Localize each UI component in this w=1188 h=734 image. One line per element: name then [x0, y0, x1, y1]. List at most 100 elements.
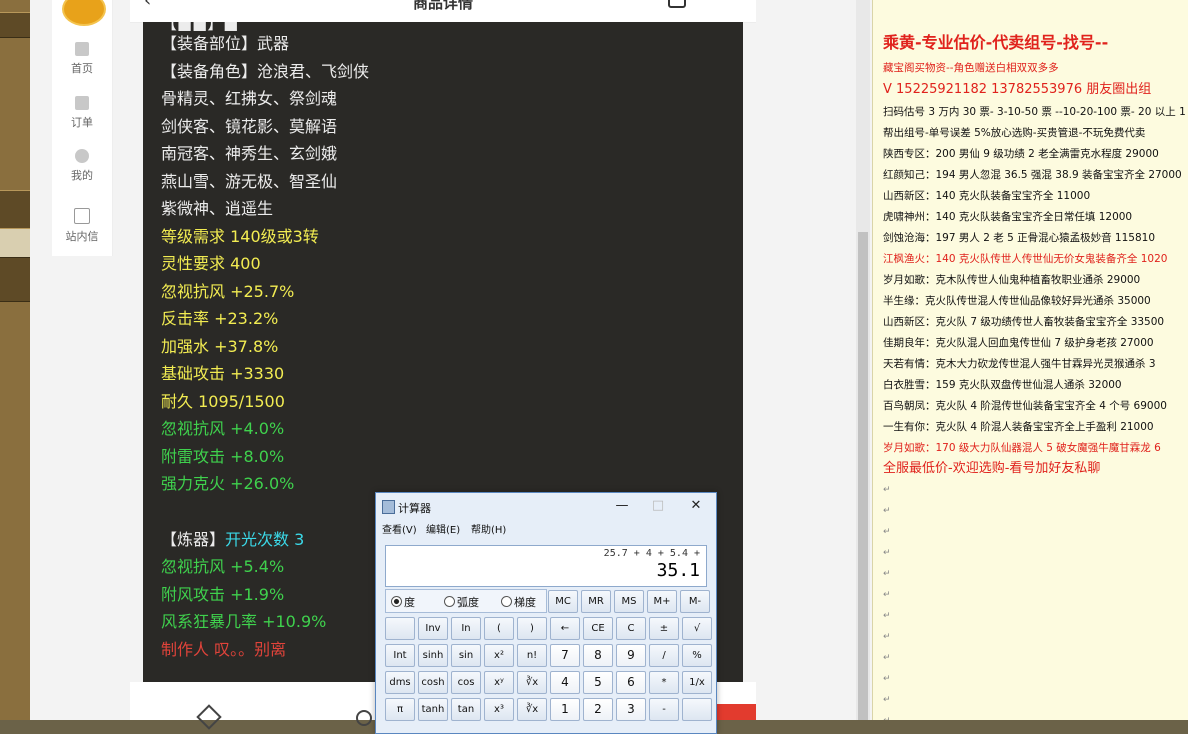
doc-line: 陕西专区：200 男仙 9 级功绩 2 老全满雷克水程度 29000 [883, 148, 1159, 160]
item-line: 基础攻击 +3330 [161, 364, 285, 383]
angle-mode-group: 度 弧度 梯度 [385, 589, 547, 613]
paragraph-mark: ↵ [883, 632, 891, 642]
doc-line: 剑蚀沧海：197 男人 2 老 5 正骨混心猿孟极妙音 115810 [883, 232, 1156, 244]
calc-key[interactable]: x² [484, 644, 514, 667]
paragraph-mark: ↵ [883, 548, 891, 558]
angle-radian-radio[interactable]: 弧度 [444, 594, 479, 610]
lian-label: 【炼器】开光次数 3 [161, 530, 304, 550]
calc-key[interactable]: sinh [418, 644, 448, 667]
menu-view[interactable]: 查看(V) [382, 521, 417, 536]
calc-key[interactable]: % [682, 644, 712, 667]
calc-key[interactable]: ← [550, 617, 580, 640]
key-mminus[interactable]: M- [680, 590, 710, 613]
calc-key[interactable]: 1 [550, 698, 580, 721]
doc-line: 江枫渔火：140 克火队传世人传世仙无价女鬼装备齐全 1020 [883, 253, 1168, 265]
calc-key[interactable]: tanh [418, 698, 448, 721]
nav-item-orders[interactable]: 订单 [52, 96, 112, 130]
menu-help[interactable]: 帮助(H) [471, 521, 506, 536]
calc-key[interactable]: 6 [616, 671, 646, 694]
expression-readout: 25.7 + 4 + 5.4 + [603, 548, 700, 559]
home-icon [75, 42, 89, 56]
calc-key[interactable]: / [649, 644, 679, 667]
calc-key[interactable]: x³ [484, 698, 514, 721]
nav-label: 订单 [71, 116, 93, 129]
calc-key[interactable]: 1/x [682, 671, 712, 694]
lian-heading: 【炼器】 [161, 530, 226, 549]
calc-key[interactable]: cos [451, 671, 481, 694]
calc-key[interactable]: C [616, 617, 646, 640]
calc-key[interactable]: 3 [616, 698, 646, 721]
doc-line: 半生缘：克火队传世混人传世仙品像较好异光通杀 35000 [883, 295, 1151, 307]
calc-key[interactable]: xʸ [484, 671, 514, 694]
star-icon[interactable] [196, 704, 222, 730]
calc-key[interactable]: 7 [550, 644, 580, 667]
calc-key[interactable]: sin [451, 644, 481, 667]
item-line: 忽视抗风 +4.0% [161, 419, 285, 438]
calc-key[interactable]: ) [517, 617, 547, 640]
minimize-button[interactable]: — [608, 497, 636, 515]
calc-key[interactable]: In [451, 617, 481, 640]
calculator-display: 25.7 + 4 + 5.4 + 35.1 [385, 545, 707, 587]
page-header: ‹ 商品详情 [130, 0, 756, 23]
calc-key[interactable]: ∛x [517, 671, 547, 694]
buy-button[interactable] [716, 704, 756, 720]
calc-key[interactable]: π [385, 698, 415, 721]
calc-key[interactable]: 2 [583, 698, 613, 721]
calc-key[interactable]: ± [649, 617, 679, 640]
paragraph-mark: ↵ [883, 695, 891, 705]
nav-item-home[interactable]: 首页 [52, 42, 112, 76]
calc-key[interactable]: √ [682, 617, 712, 640]
doc-line: 百鸟朝凤：克火队 4 阶混传世仙装备宝宝齐全 4 个号 69000 [883, 400, 1167, 412]
calc-key[interactable]: Inv [418, 617, 448, 640]
item-line: 灵性要求 400 [161, 254, 261, 273]
close-circle-icon[interactable] [356, 710, 372, 726]
paragraph-mark: ↵ [883, 590, 891, 600]
calc-key[interactable] [385, 617, 415, 640]
calc-key[interactable]: 9 [616, 644, 646, 667]
doc-line: 虎啸神州：140 克火队装备宝宝齐全日常任填 12000 [883, 211, 1133, 223]
key-mr[interactable]: MR [581, 590, 611, 613]
calc-key[interactable]: cosh [418, 671, 448, 694]
key-mplus[interactable]: M+ [647, 590, 677, 613]
nav-item-mine[interactable]: 我的 [52, 149, 112, 183]
angle-gradian-radio[interactable]: 梯度 [501, 594, 536, 610]
calc-key[interactable]: 8 [583, 644, 613, 667]
side-nav: 首页 订单 我的 站内信 [52, 0, 113, 256]
close-button[interactable]: ✕ [682, 497, 710, 515]
calc-key[interactable]: dms [385, 671, 415, 694]
scrollbar-thumb[interactable] [858, 232, 868, 720]
item-line: 反击率 +23.2% [161, 309, 279, 328]
item-line: 风系狂暴几率 +10.9% [161, 612, 327, 631]
user-icon [75, 149, 89, 163]
calc-key[interactable]: 4 [550, 671, 580, 694]
calc-key[interactable]: Int [385, 644, 415, 667]
lian-value: 开光次数 3 [225, 530, 305, 549]
paragraph-mark: ↵ [883, 527, 891, 537]
calc-key[interactable]: * [649, 671, 679, 694]
calc-key[interactable]: tan [451, 698, 481, 721]
calc-key[interactable]: n! [517, 644, 547, 667]
calc-key[interactable]: 5 [583, 671, 613, 694]
doc-line: 红颜知己：194 男人忽混 36.5 强混 38.9 装备宝宝齐全 27000 [883, 169, 1182, 181]
maximize-button[interactable]: □ [644, 497, 672, 515]
key-ms[interactable]: MS [614, 590, 644, 613]
item-line: 耐久 1095/1500 [161, 392, 285, 411]
calc-key[interactable]: CE [583, 617, 613, 640]
paragraph-mark: ↵ [883, 569, 891, 579]
calculator-icon [382, 500, 395, 514]
calc-key[interactable]: ∛x [517, 698, 547, 721]
nav-item-messages[interactable]: 站内信 [52, 208, 112, 244]
doc-line: 岁月如歌：170 级大力队仙器混人 5 破女魔强牛魔甘霖龙 6 [883, 442, 1161, 454]
item-line: 忽视抗风 +5.4% [161, 557, 285, 576]
calc-key[interactable]: ( [484, 617, 514, 640]
doc-heading: 乘黄-专业估价-代卖组号-找号-- [883, 33, 1109, 52]
doc-line: 全服最低价-欢迎选购-看号加好友私聊 [883, 461, 1101, 476]
menu-edit[interactable]: 编辑(E) [426, 521, 460, 536]
share-icon[interactable] [668, 0, 686, 8]
doc-line: 帮出组号-单号误差 5%放心选购-买贵管退-不玩免费代卖 [883, 127, 1146, 139]
calc-key[interactable] [682, 698, 712, 721]
key-mc[interactable]: MC [548, 590, 578, 613]
calc-key[interactable]: - [649, 698, 679, 721]
item-line: 紫微神、逍遥生 [161, 199, 274, 218]
angle-degree-radio[interactable]: 度 [391, 594, 415, 610]
